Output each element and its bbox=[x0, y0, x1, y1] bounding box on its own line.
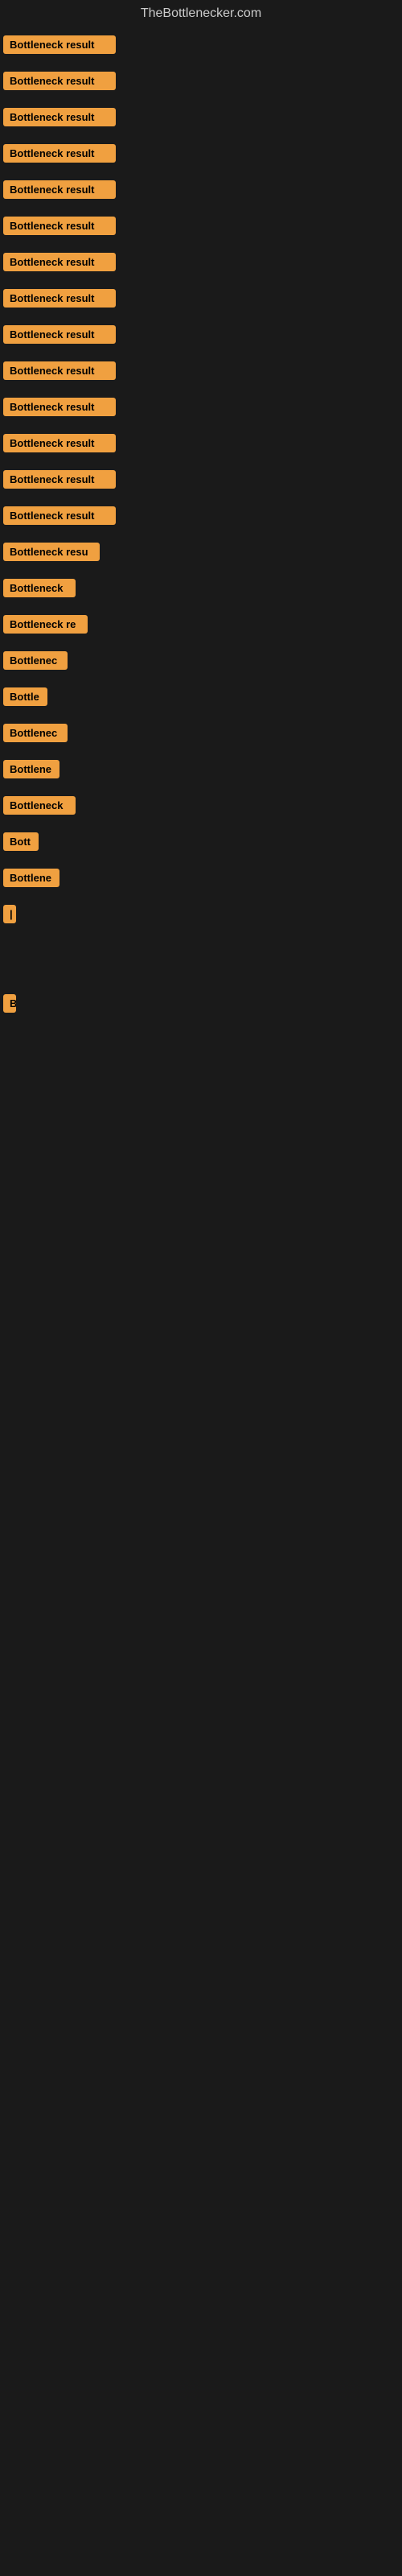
bottleneck-badge[interactable]: Bottleneck result bbox=[3, 35, 116, 54]
bottleneck-badge[interactable]: | bbox=[3, 905, 16, 923]
list-item bbox=[3, 938, 399, 944]
site-title: TheBottlenecker.com bbox=[0, 0, 402, 27]
list-item bbox=[3, 956, 399, 962]
bottleneck-badge[interactable]: Bottlene bbox=[3, 869, 59, 887]
list-item: | bbox=[3, 902, 399, 927]
list-item: Bottleneck result bbox=[3, 322, 399, 347]
list-item: Bottleneck result bbox=[3, 503, 399, 528]
list-item: Bottleneck result bbox=[3, 467, 399, 492]
bottleneck-badge[interactable]: Bottleneck bbox=[3, 579, 76, 597]
list-item: Bottleneck result bbox=[3, 431, 399, 456]
bottleneck-badge[interactable]: Bottleneck resu bbox=[3, 543, 100, 561]
list-item bbox=[3, 973, 399, 980]
list-item: Bottleneck result bbox=[3, 286, 399, 311]
list-item: Bottlenec bbox=[3, 720, 399, 745]
list-item: Bottleneck result bbox=[3, 105, 399, 130]
bottleneck-badge[interactable]: Bottleneck result bbox=[3, 180, 116, 199]
list-item bbox=[3, 1080, 399, 1087]
list-item: Bottleneck result bbox=[3, 32, 399, 57]
list-item: Bottleneck re bbox=[3, 612, 399, 637]
bottleneck-badge[interactable]: Bottleneck result bbox=[3, 217, 116, 235]
bottleneck-badge[interactable]: Bottleneck result bbox=[3, 361, 116, 380]
list-item: Bott bbox=[3, 829, 399, 854]
bottleneck-badge[interactable]: Bottleneck result bbox=[3, 470, 116, 489]
bottleneck-badge[interactable]: Bottleneck result bbox=[3, 325, 116, 344]
list-item: Bottleneck result bbox=[3, 177, 399, 202]
list-item: Bottlenec bbox=[3, 648, 399, 673]
bottleneck-badge[interactable]: Bottleneck re bbox=[3, 615, 88, 634]
bottleneck-badge[interactable]: B bbox=[3, 994, 16, 1013]
bottleneck-badge[interactable]: Bottlenec bbox=[3, 724, 68, 742]
list-item: Bottlene bbox=[3, 865, 399, 890]
bottleneck-badge[interactable]: Bott bbox=[3, 832, 39, 851]
bottleneck-badge[interactable]: Bottleneck result bbox=[3, 72, 116, 90]
list-item: Bottleneck result bbox=[3, 68, 399, 93]
list-item bbox=[3, 1045, 399, 1051]
bottleneck-badge[interactable]: Bottleneck result bbox=[3, 253, 116, 271]
bottleneck-badge[interactable]: Bottleneck bbox=[3, 796, 76, 815]
list-item: Bottleneck resu bbox=[3, 539, 399, 564]
bottleneck-badge[interactable]: Bottleneck result bbox=[3, 506, 116, 525]
bottleneck-badge[interactable]: Bottleneck result bbox=[3, 434, 116, 452]
list-item bbox=[3, 1116, 399, 1122]
list-item: Bottleneck result bbox=[3, 141, 399, 166]
bottleneck-badge[interactable]: Bottleneck result bbox=[3, 398, 116, 416]
list-item: Bottleneck result bbox=[3, 394, 399, 419]
list-item: Bottleneck result bbox=[3, 250, 399, 275]
list-item: Bottleneck bbox=[3, 793, 399, 818]
list-item bbox=[3, 1098, 399, 1104]
bottleneck-badge[interactable]: Bottleneck result bbox=[3, 144, 116, 163]
list-item: Bottleneck result bbox=[3, 213, 399, 238]
list-item: Bottleneck bbox=[3, 576, 399, 601]
list-item bbox=[3, 1027, 399, 1034]
list-item: Bottle bbox=[3, 684, 399, 709]
bottleneck-badge[interactable]: Bottleneck result bbox=[3, 289, 116, 308]
list-item bbox=[3, 1063, 399, 1069]
bottleneck-badge[interactable]: Bottlene bbox=[3, 760, 59, 778]
list-item: Bottleneck result bbox=[3, 358, 399, 383]
bottleneck-badge[interactable]: Bottleneck result bbox=[3, 108, 116, 126]
list-item: Bottlene bbox=[3, 757, 399, 782]
bottleneck-badge[interactable]: Bottlenec bbox=[3, 651, 68, 670]
list-item: B bbox=[3, 991, 399, 1016]
bottleneck-badge[interactable]: Bottle bbox=[3, 687, 47, 706]
items-container: Bottleneck result Bottleneck result Bottle… bbox=[0, 27, 402, 1138]
